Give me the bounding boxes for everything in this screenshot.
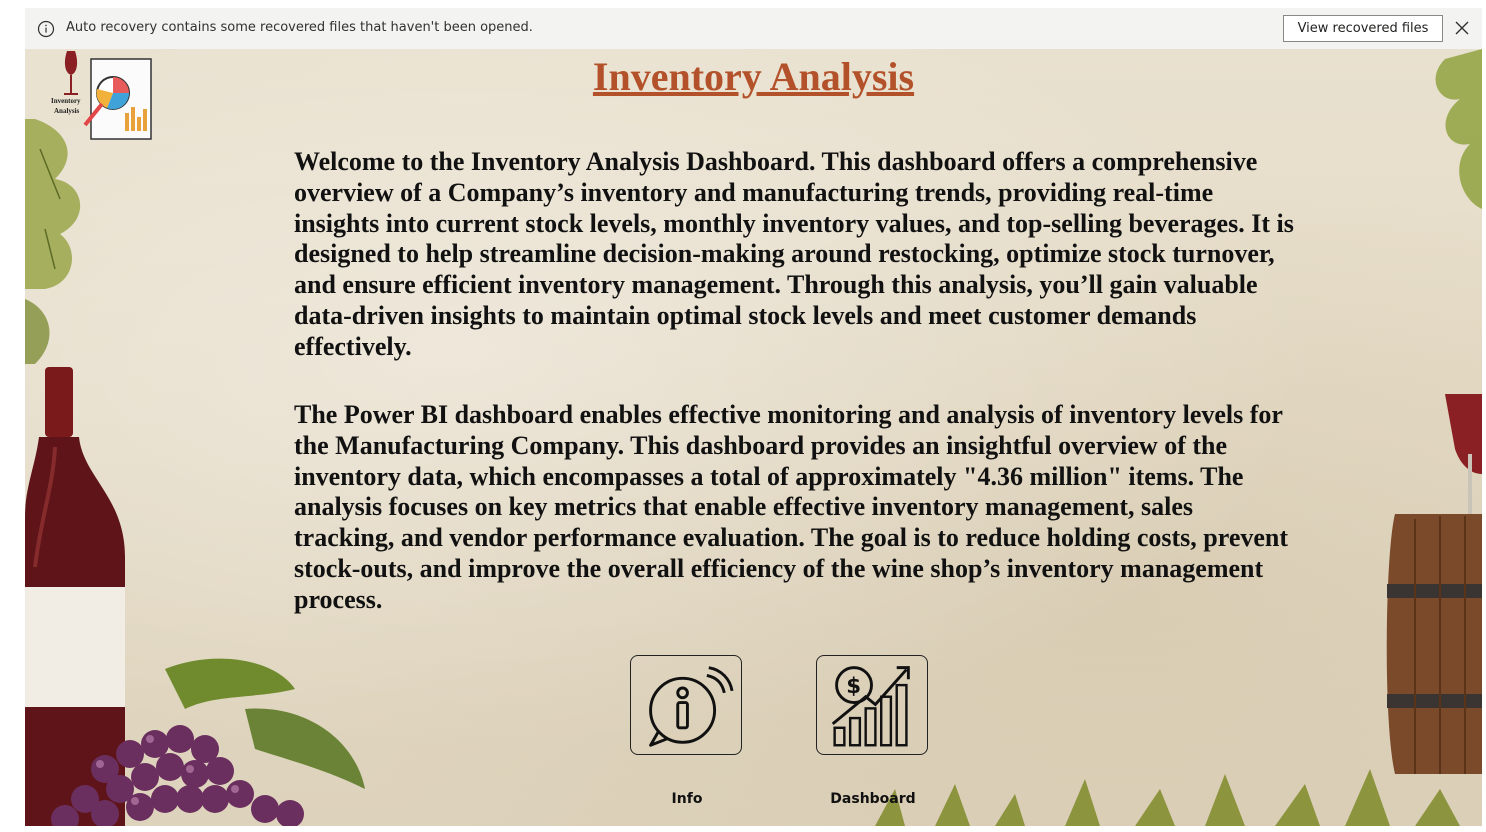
recovery-message: Auto recovery contains some recovered fi… (66, 20, 533, 35)
grapes-decoration (51, 658, 365, 826)
svg-text:$: $ (846, 674, 861, 699)
page-title: Inventory Analysis (592, 54, 915, 99)
dollar-growth-chart-icon: $ (831, 666, 910, 747)
dashboard-label[interactable]: Dashboard (803, 791, 943, 807)
info-label[interactable]: Info (617, 791, 757, 807)
close-icon[interactable] (1453, 19, 1471, 37)
report-canvas: Inventory Analysis Inventory Analysis We… (25, 49, 1482, 826)
grass-decoration (875, 769, 1460, 826)
recovery-notification-bar: Auto recovery contains some recovered fi… (25, 8, 1482, 49)
logo-text-line2: Analysis (54, 107, 80, 115)
description-paragraph: The Power BI dashboard enables effective… (294, 400, 1289, 614)
vine-leaves-left-decoration (25, 119, 81, 364)
wine-barrel-decoration (1386, 394, 1482, 774)
intro-paragraph: Welcome to the Inventory Analysis Dashbo… (294, 147, 1294, 361)
info-chat-icon (649, 666, 734, 747)
view-recovered-files-button[interactable]: View recovered files (1283, 15, 1443, 42)
info-button[interactable] (630, 655, 742, 755)
info-circle-icon (37, 20, 55, 38)
dashboard-button[interactable]: $ (816, 655, 928, 755)
